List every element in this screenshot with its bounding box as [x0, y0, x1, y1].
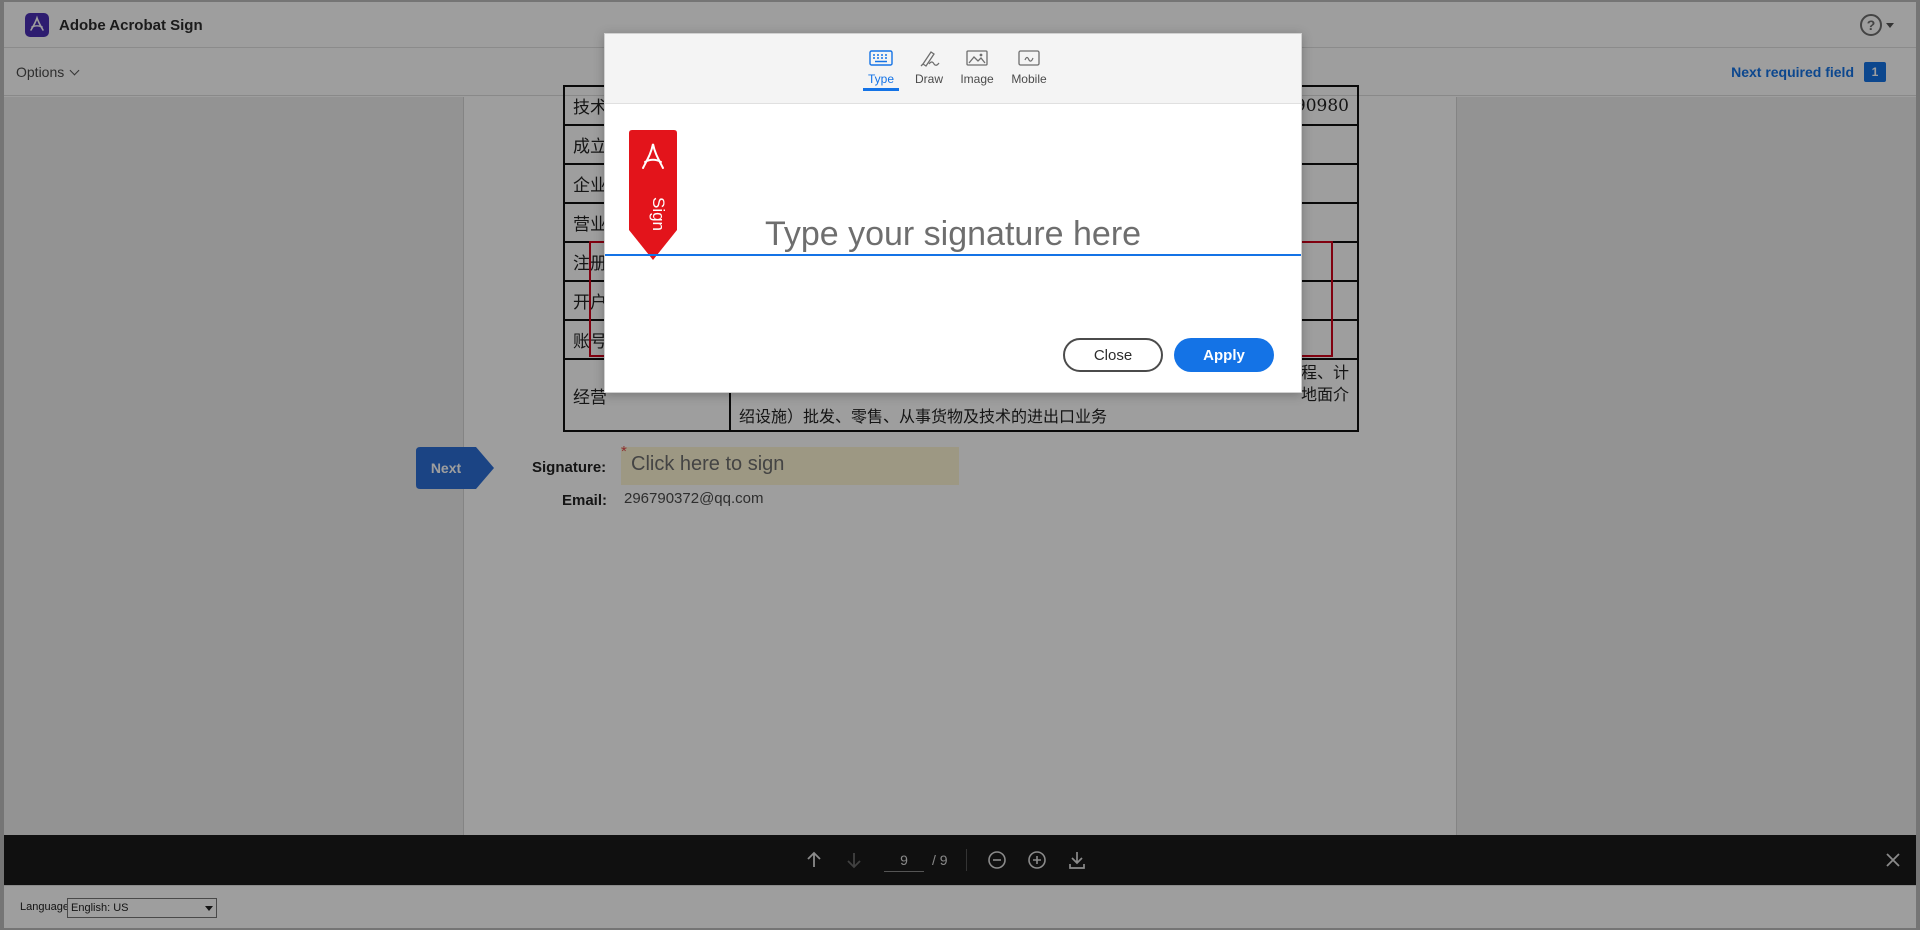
tab-type[interactable]: Type [863, 48, 899, 91]
signature-dialog: Type Draw Image Mobile Sign Close Apply [604, 33, 1302, 393]
tab-label: Image [960, 72, 994, 86]
tab-label: Type [867, 72, 894, 86]
close-button[interactable]: Close [1063, 338, 1163, 372]
image-icon [966, 50, 988, 66]
pen-icon [920, 51, 940, 67]
signature-tabs-header: Type Draw Image Mobile [605, 34, 1301, 104]
tab-image[interactable]: Image [959, 48, 995, 91]
typed-signature-input[interactable] [605, 214, 1301, 256]
mobile-icon [1018, 50, 1040, 66]
tab-label: Draw [914, 72, 943, 86]
tab-label: Mobile [1011, 72, 1047, 86]
signature-method-tabs: Type Draw Image Mobile [863, 48, 1051, 91]
tab-mobile[interactable]: Mobile [1007, 48, 1051, 91]
apply-button[interactable]: Apply [1174, 338, 1274, 372]
keyboard-icon [869, 50, 893, 66]
tab-draw[interactable]: Draw [911, 48, 947, 91]
